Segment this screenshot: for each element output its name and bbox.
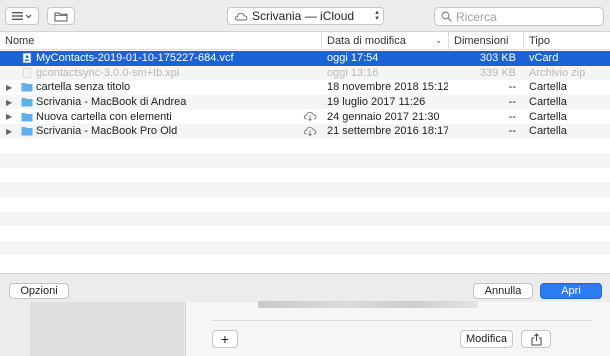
file-date-cell: 19 luglio 2017 11:26	[327, 96, 426, 109]
column-date-header[interactable]: Data di modifica ⌄	[321, 32, 448, 50]
file-name: cartella senza titolo	[36, 81, 131, 94]
new-folder-button[interactable]	[47, 7, 75, 25]
file-date-cell: 18 novembre 2018 15:12	[327, 81, 448, 94]
file-row[interactable]: ▶ cartella senza titolo 18 novembre 2018 1…	[0, 80, 610, 95]
share-button[interactable]	[521, 330, 551, 348]
file-kind-cell: vCard	[529, 52, 559, 65]
disclosure-triangle-icon[interactable]: ▶	[6, 98, 14, 107]
column-name-header[interactable]: Nome	[0, 32, 321, 50]
column-size-header[interactable]: Dimensioni	[448, 32, 523, 50]
file-row: gcontactsync-3.0.0-sm+tb.xpi oggi 13:16 33…	[0, 65, 610, 81]
popup-arrows-icon: ▴ ▾	[371, 9, 383, 23]
file-kind-cell: Cartella	[529, 125, 567, 138]
add-contact-button[interactable]: +	[212, 330, 238, 348]
new-folder-icon	[54, 12, 68, 21]
file-name: Nuova cartella con elementi	[36, 110, 172, 123]
list-view-icon	[12, 12, 32, 20]
file-name: Scrivania - MacBook Pro Old	[36, 125, 178, 138]
search-input[interactable]	[456, 9, 596, 24]
empty-row	[0, 197, 610, 212]
file-kind-cell: Cartella	[529, 81, 567, 94]
empty-row	[0, 139, 610, 154]
column-header: Nome Data di modifica ⌄ Dimensioni Tipo	[0, 32, 610, 50]
location-label: Scrivania — iCloud	[252, 9, 355, 23]
file-date-cell: 24 gennaio 2017 21:30	[327, 110, 440, 123]
column-name-label: Nome	[5, 35, 35, 47]
search-icon	[441, 11, 452, 22]
folder-icon	[21, 83, 33, 92]
view-options-button[interactable]	[5, 7, 39, 25]
disclosure-triangle-icon[interactable]: ▶	[6, 83, 14, 92]
share-icon	[531, 332, 541, 345]
file-name-cell: MyContacts-2019-01-10-175227-684.vcf	[0, 51, 321, 66]
search-box[interactable]	[434, 7, 604, 26]
file-name-cell: ▶ Scrivania - MacBook Pro Old	[0, 124, 321, 139]
background-sidebar-panel	[30, 302, 184, 356]
background-obscured-text	[258, 301, 478, 308]
file-size-cell: 303 KB	[479, 52, 516, 65]
empty-row	[0, 153, 610, 168]
edit-contact-button[interactable]: Modifica	[460, 330, 513, 348]
background-contacts-window: + Modifica	[0, 301, 610, 356]
vcard-file-icon	[22, 53, 32, 64]
file-date-cell: oggi 17:54	[327, 52, 379, 65]
file-size-cell: --	[508, 96, 516, 109]
empty-row	[0, 168, 610, 183]
empty-row	[0, 255, 610, 270]
file-name-cell: ▶ cartella senza titolo	[0, 80, 321, 95]
file-row[interactable]: ▶ Nuova cartella con elementi 24 gennaio 2…	[0, 109, 610, 124]
file-size-cell: --	[508, 81, 516, 94]
options-button[interactable]: Opzioni	[9, 283, 69, 299]
file-size-cell: 339 KB	[479, 66, 516, 79]
file-name: Scrivania - MacBook di Andrea	[36, 96, 187, 109]
file-row[interactable]: MyContacts-2019-01-10-175227-684.vcf oggi…	[0, 51, 610, 66]
file-size-cell: --	[508, 110, 516, 123]
open-file-dialog: Scrivania — iCloud ▴▾ Nome Data di modif…	[0, 0, 610, 302]
file-name-cell: gcontactsync-3.0.0-sm+tb.xpi	[0, 66, 321, 81]
dialog-toolbar: Scrivania — iCloud ▴ ▾	[0, 0, 610, 32]
icloud-download-icon[interactable]	[303, 125, 317, 137]
file-date-cell: oggi 13:16	[327, 66, 379, 79]
empty-row	[0, 182, 610, 197]
file-list[interactable]: MyContacts-2019-01-10-175227-684.vcf oggi…	[0, 51, 610, 273]
file-name: gcontactsync-3.0.0-sm+tb.xpi	[36, 66, 180, 79]
icloud-icon	[234, 12, 248, 20]
disclosure-triangle-icon[interactable]: ▶	[6, 127, 14, 136]
cancel-button[interactable]: Annulla	[473, 283, 533, 299]
zip-file-icon	[22, 67, 32, 78]
folder-icon	[21, 98, 33, 107]
folder-icon	[21, 127, 33, 136]
location-popup[interactable]: Scrivania — iCloud ▴ ▾	[227, 7, 384, 25]
file-kind-cell: Archivio zip	[529, 66, 586, 79]
file-kind-cell: Cartella	[529, 110, 567, 123]
disclosure-triangle-icon[interactable]: ▶	[6, 112, 14, 121]
sort-descending-icon: ⌄	[435, 36, 442, 45]
column-kind-label: Tipo	[529, 35, 550, 47]
file-row[interactable]: ▶ Scrivania - MacBook Pro Old 21 settembre…	[0, 123, 610, 139]
file-date-cell: 21 settembre 2016 18:17	[327, 125, 448, 138]
file-row[interactable]: ▶ Scrivania - MacBook di Andrea 19 luglio …	[0, 94, 610, 110]
dialog-bottom-bar: Opzioni Annulla Apri	[0, 273, 610, 302]
background-divider	[212, 320, 592, 321]
column-kind-header[interactable]: Tipo	[523, 32, 610, 50]
folder-icon	[21, 112, 33, 122]
file-name-cell: ▶ Scrivania - MacBook di Andrea	[0, 95, 321, 110]
file-name-cell: ▶ Nuova cartella con elementi	[0, 109, 321, 124]
empty-row	[0, 211, 610, 227]
column-size-label: Dimensioni	[454, 35, 509, 47]
empty-row	[0, 226, 610, 241]
file-name: MyContacts-2019-01-10-175227-684.vcf	[36, 52, 234, 65]
file-kind-cell: Cartella	[529, 96, 567, 109]
open-button[interactable]: Apri	[540, 283, 602, 299]
empty-row	[0, 240, 610, 256]
column-date-label: Data di modifica	[327, 35, 406, 47]
icloud-download-icon[interactable]	[303, 110, 317, 122]
file-size-cell: --	[508, 125, 516, 138]
